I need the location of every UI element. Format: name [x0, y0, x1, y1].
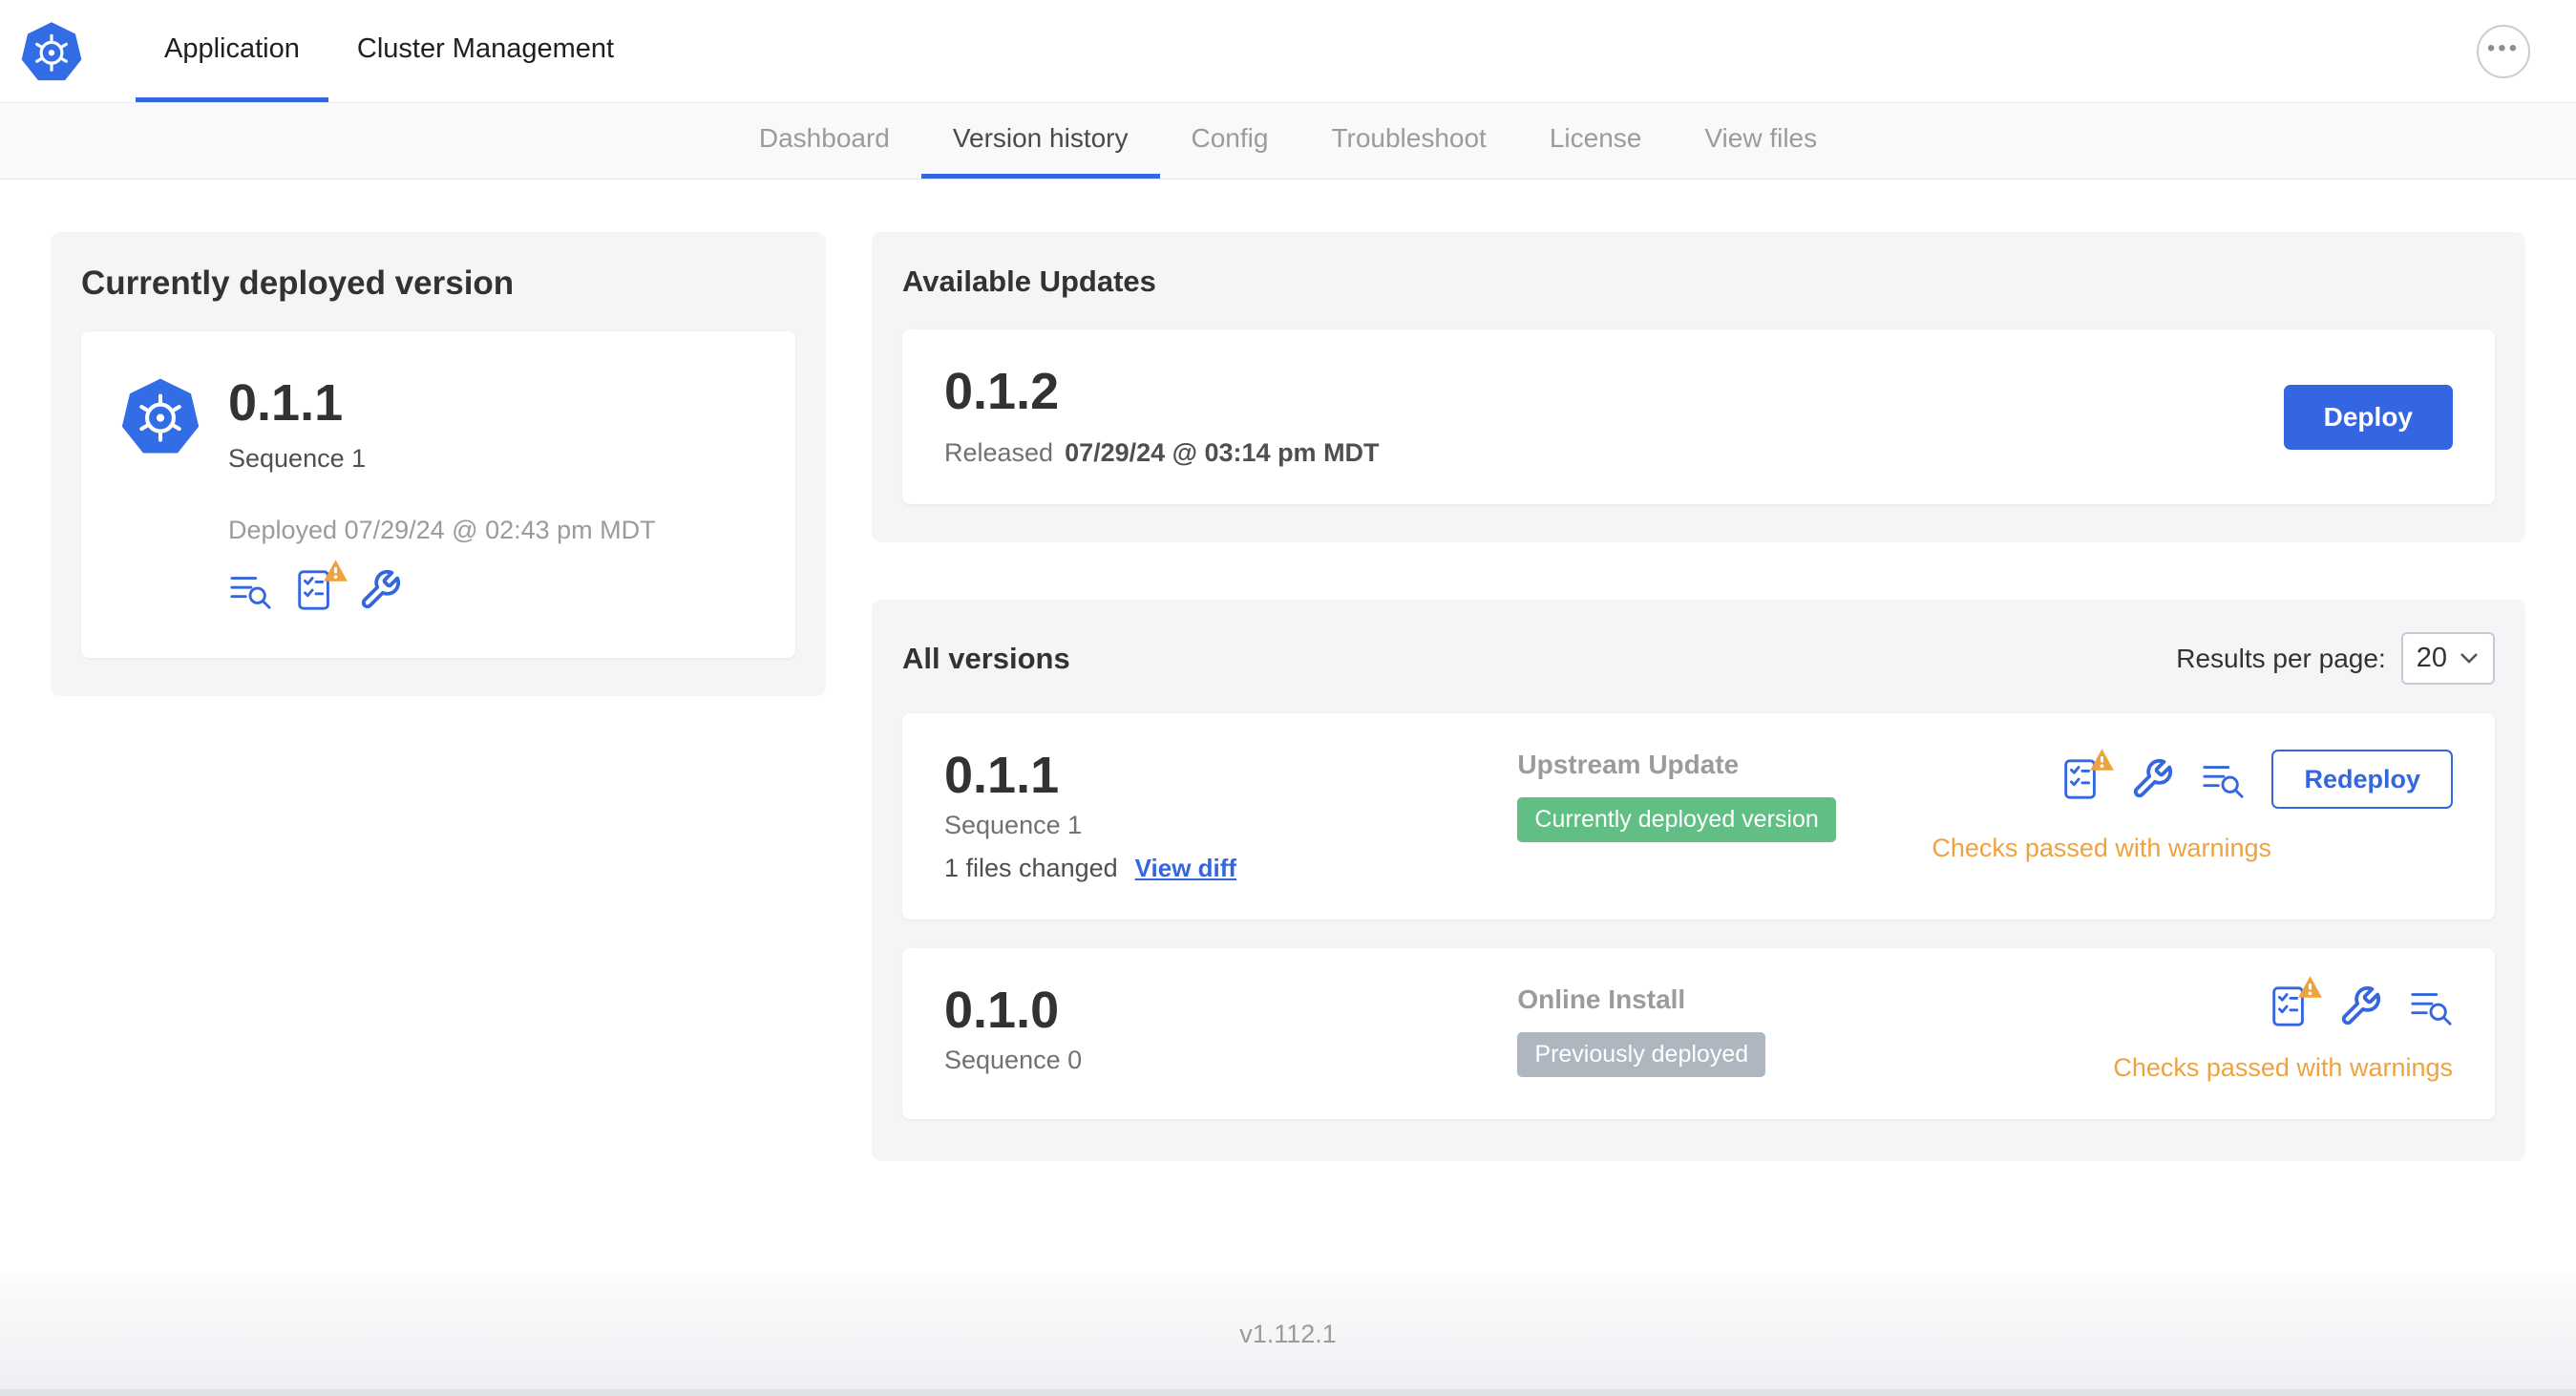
config-wrench-icon[interactable] [358, 568, 402, 612]
tab-application-label: Application [164, 32, 300, 64]
config-wrench-icon[interactable] [2338, 984, 2382, 1028]
current-version-number: 0.1.1 [228, 374, 344, 432]
view-diff-link[interactable]: View diff [1135, 854, 1236, 883]
subnav-version-history-label: Version history [952, 123, 1129, 153]
kubernetes-logo-icon [21, 21, 82, 82]
view-logs-icon[interactable] [228, 568, 272, 612]
deploy-button[interactable]: Deploy [2283, 384, 2453, 450]
checks-status-text: Checks passed with warnings [1932, 834, 2271, 862]
more-menu-button[interactable]: ••• [2477, 24, 2530, 78]
version-source: Online Install Previously deployed [1517, 984, 1925, 1077]
available-update-card: 0.1.2 Released 07/29/24 @ 03:14 pm MDT D… [902, 329, 2495, 504]
version-action-icons [2268, 976, 2453, 1028]
results-per-page-value: 20 [2416, 643, 2447, 673]
tab-cluster-management-label: Cluster Management [356, 32, 615, 64]
top-tabs: Application Cluster Management [136, 0, 643, 102]
row-files-changed: 1 files changed View diff [944, 854, 1517, 883]
version-info: 0.1.0 Sequence 0 [944, 984, 1517, 1075]
warning-triangle-icon [324, 560, 348, 582]
view-logs-icon[interactable] [2201, 757, 2245, 801]
deployed-status-badge: Currently deployed version [1517, 797, 1836, 842]
source-label: Online Install [1517, 984, 1686, 1014]
released-date: 07/29/24 @ 03:14 pm MDT [1065, 438, 1380, 467]
ellipsis-icon: ••• [2486, 34, 2521, 61]
current-version-panel: Currently deployed version 0.1.1 Sequenc… [51, 232, 826, 696]
view-logs-icon[interactable] [2409, 984, 2453, 1028]
released-prefix: Released [944, 438, 1054, 467]
preflight-checks-icon[interactable] [2059, 749, 2115, 801]
subnav-license[interactable]: License [1518, 103, 1674, 179]
results-per-page-select[interactable]: 20 [2400, 632, 2495, 685]
all-versions-title: All versions [902, 641, 1070, 675]
version-info: 0.1.1 Sequence 1 1 files changed View di… [944, 750, 1517, 883]
row-version-number: 0.1.1 [944, 747, 1060, 804]
chevron-down-icon [2460, 653, 2478, 664]
files-changed-label: 1 files changed [944, 854, 1118, 882]
results-per-page: Results per page: 20 [2176, 632, 2495, 685]
checks-status-text: Checks passed with warnings [2113, 1053, 2453, 1082]
all-versions-panel: All versions Results per page: 20 0.1.1 … [872, 600, 2525, 1161]
current-version-card: 0.1.1 Sequence 1 Deployed 07/29/24 @ 02:… [81, 331, 795, 658]
subnav-dashboard[interactable]: Dashboard [728, 103, 921, 179]
version-row-0-1-1: 0.1.1 Sequence 1 1 files changed View di… [902, 713, 2495, 920]
available-updates-panel: Available Updates 0.1.2 Released 07/29/2… [872, 232, 2525, 542]
right-column: Available Updates 0.1.2 Released 07/29/2… [872, 232, 2525, 1161]
available-updates-title: Available Updates [902, 264, 1156, 298]
version-row-0-1-0: 0.1.0 Sequence 0 Online Install Previous… [902, 948, 2495, 1119]
kubernetes-app-icon [121, 377, 200, 455]
top-nav: Application Cluster Management ••• [0, 0, 2576, 103]
subnav-view-files-label: View files [1704, 123, 1818, 153]
subnav-version-history[interactable]: Version history [920, 103, 1160, 179]
update-version-number: 0.1.2 [944, 363, 1060, 420]
current-version-deployed-date: Deployed 07/29/24 @ 02:43 pm MDT [228, 516, 656, 544]
tab-application[interactable]: Application [136, 0, 328, 102]
row-sequence: Sequence 1 [944, 811, 1083, 839]
subnav-troubleshoot-label: Troubleshoot [1331, 123, 1487, 153]
deployed-status-badge: Previously deployed [1517, 1032, 1766, 1077]
version-action-icons: Redeploy [2059, 749, 2453, 809]
update-released-line: Released 07/29/24 @ 03:14 pm MDT [944, 438, 1380, 468]
source-label: Upstream Update [1517, 750, 1740, 779]
warning-triangle-icon [2090, 749, 2115, 771]
available-update-info: 0.1.2 Released 07/29/24 @ 03:14 pm MDT [944, 366, 1380, 468]
subnav-dashboard-label: Dashboard [758, 123, 890, 153]
main-content: Currently deployed version 0.1.1 Sequenc… [0, 180, 2576, 1161]
row-sequence: Sequence 0 [944, 1046, 1083, 1074]
console-version-label: v1.112.1 [1239, 1319, 1337, 1348]
preflight-checks-icon[interactable] [2268, 976, 2322, 1028]
footer: v1.112.1 [0, 1272, 2576, 1396]
tab-cluster-management[interactable]: Cluster Management [328, 0, 643, 102]
version-source: Upstream Update Currently deployed versi… [1517, 750, 1925, 842]
version-actions: Redeploy Checks passed with warnings [1932, 749, 2453, 863]
all-versions-header: All versions Results per page: 20 [902, 632, 2495, 685]
preflight-checks-icon[interactable] [293, 560, 348, 612]
current-version-title: Currently deployed version [81, 264, 515, 302]
subnav-license-label: License [1549, 123, 1642, 153]
current-version-actions [228, 560, 656, 612]
warning-triangle-icon [2298, 976, 2322, 998]
row-version-number: 0.1.0 [944, 982, 1060, 1039]
subnav-config-label: Config [1191, 123, 1269, 153]
subnav-troubleshoot[interactable]: Troubleshoot [1299, 103, 1517, 179]
redeploy-button[interactable]: Redeploy [2271, 750, 2453, 809]
subnav-view-files[interactable]: View files [1673, 103, 1848, 179]
config-wrench-icon[interactable] [2130, 757, 2174, 801]
subnav-config[interactable]: Config [1160, 103, 1300, 179]
version-actions: Checks passed with warnings [2113, 976, 2453, 1083]
sub-nav: Dashboard Version history Config Trouble… [0, 103, 2576, 180]
results-per-page-label: Results per page: [2176, 643, 2386, 673]
current-version-sequence: Sequence 1 [228, 444, 367, 473]
